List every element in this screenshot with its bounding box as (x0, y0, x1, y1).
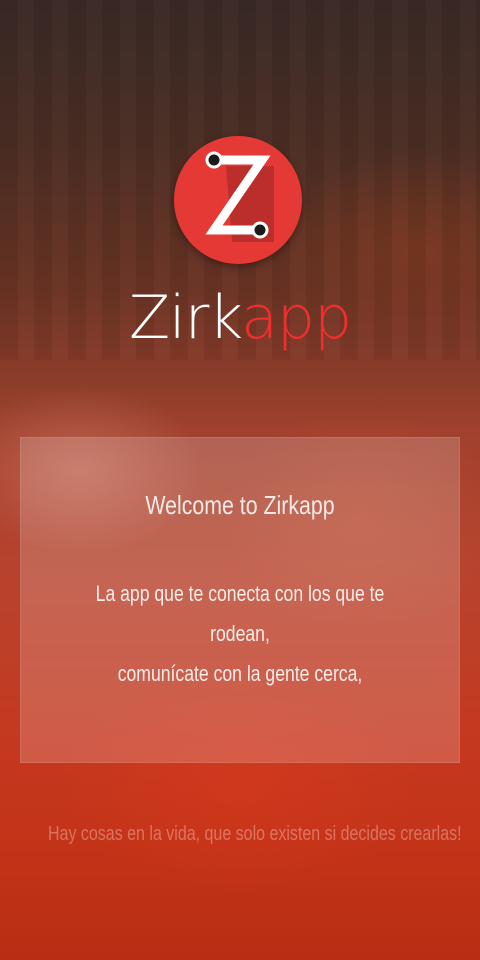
brand-name-part1: Zirk (128, 283, 242, 353)
welcome-line-1: La app que te conecta con los que te rod… (95, 581, 385, 646)
brand-name-part2: app (241, 283, 352, 353)
footer-tagline: Hay cosas en la vida, que solo existen s… (48, 823, 462, 845)
welcome-card: Welcome to Zirkapp La app que te conecta… (20, 437, 460, 763)
welcome-line-2: comunícate con la gente cerca, (117, 661, 363, 686)
brand-wordmark: Zirkapp (0, 278, 480, 358)
welcome-title: Welcome to Zirkapp (145, 490, 335, 520)
welcome-description: La app que te conecta con los que te rod… (65, 574, 415, 694)
zirkapp-z-logo-icon (174, 136, 302, 264)
